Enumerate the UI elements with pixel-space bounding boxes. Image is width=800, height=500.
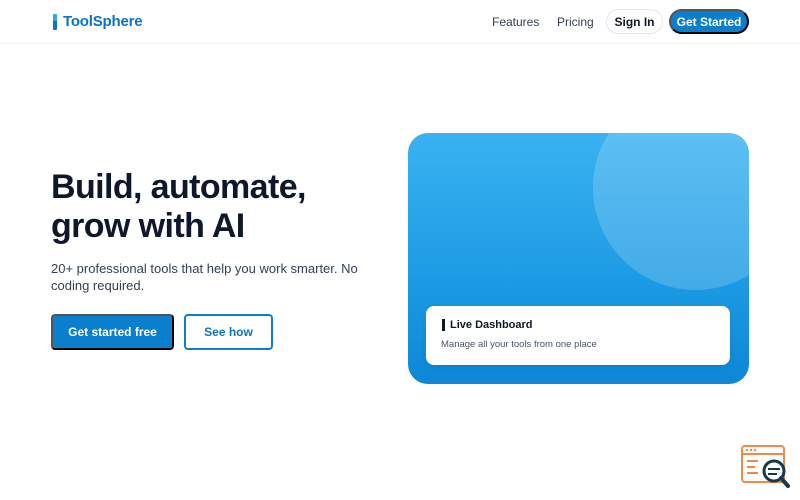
code-search-icon[interactable] — [741, 445, 790, 489]
get-started-button[interactable]: Get Started — [669, 9, 749, 34]
decorative-circle — [593, 133, 749, 290]
dashboard-title-row: Live Dashboard — [442, 319, 533, 331]
hero-subtitle: 20+ professional tools that help you wor… — [51, 261, 358, 293]
dashboard-title: Live Dashboard — [450, 319, 533, 331]
sign-in-button[interactable]: Sign In — [606, 9, 663, 34]
brand-logo[interactable]: ToolSphere — [53, 13, 143, 30]
dashboard-bar-icon — [442, 319, 445, 331]
nav-link-pricing[interactable]: Pricing — [557, 15, 594, 29]
nav-link-features[interactable]: Features — [492, 15, 539, 29]
top-navbar: ToolSphere Features Pricing Sign In Get … — [0, 0, 800, 44]
dashboard-subtitle: Manage all your tools from one place — [441, 339, 597, 350]
logo-bar-icon — [53, 13, 57, 30]
brand-name: ToolSphere — [63, 13, 143, 30]
get-started-free-button[interactable]: Get started free — [51, 314, 174, 350]
see-how-button[interactable]: See how — [184, 314, 273, 350]
hero-title: Build, automate, grow with AI — [51, 168, 306, 245]
live-dashboard-card: Live Dashboard Manage all your tools fro… — [426, 306, 730, 365]
